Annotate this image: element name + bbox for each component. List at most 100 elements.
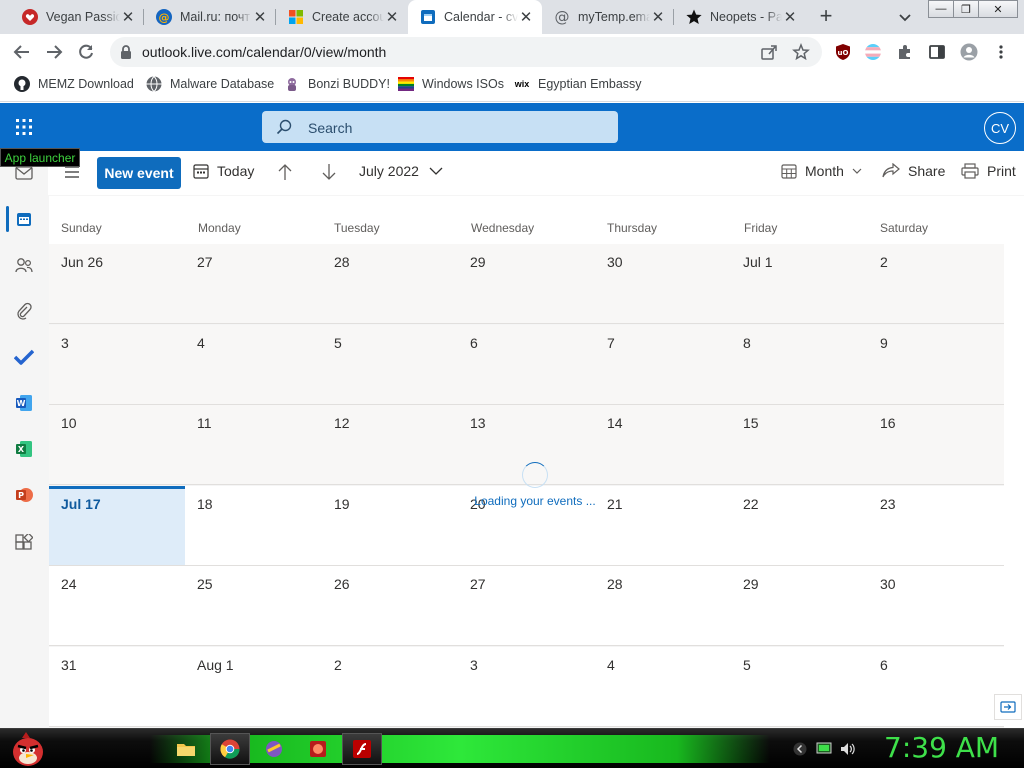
chrome-icon[interactable]	[210, 733, 250, 765]
share-page-icon[interactable]	[760, 43, 778, 66]
day-cell[interactable]: Aug 1	[185, 647, 322, 727]
bookmark-malware-database[interactable]: Malware Database	[146, 76, 274, 92]
more-apps-icon[interactable]	[12, 531, 36, 555]
volume-icon[interactable]	[840, 741, 856, 757]
today-button[interactable]: Today	[193, 163, 254, 179]
browser-menu-icon[interactable]	[996, 43, 1014, 61]
day-cell[interactable]: 21	[595, 485, 732, 566]
day-cell[interactable]: Jun 26	[49, 244, 186, 324]
restore-button[interactable]: ❐	[953, 0, 979, 18]
day-cell[interactable]: 24	[49, 566, 186, 647]
day-cell[interactable]: 2	[322, 647, 459, 727]
file-explorer-icon[interactable]	[166, 733, 206, 765]
share-button[interactable]: Share	[882, 163, 945, 179]
day-cell[interactable]: 19	[322, 485, 459, 566]
tab-mytemp-email[interactable]: @ myTemp.ema ✕	[542, 0, 674, 34]
tab-mail-ru[interactable]: @ Mail.ru: почт ✕	[144, 0, 276, 34]
view-switcher[interactable]: Month	[781, 163, 862, 179]
profile-icon[interactable]	[960, 43, 978, 61]
side-panel-icon[interactable]	[928, 43, 946, 61]
day-cell[interactable]: 5	[322, 324, 459, 405]
day-cell[interactable]: Jul 1	[731, 244, 868, 324]
network-icon[interactable]	[816, 741, 832, 757]
people-icon[interactable]	[12, 253, 36, 277]
start-button[interactable]	[6, 729, 50, 768]
day-cell[interactable]: 2	[868, 244, 1005, 324]
day-cell[interactable]: 27	[458, 566, 595, 647]
new-tab-button[interactable]: +	[814, 5, 838, 29]
day-cell[interactable]: 23	[868, 485, 1005, 566]
bookmark-memz-download[interactable]: MEMZ Download	[14, 76, 134, 92]
day-cell[interactable]: 4	[595, 647, 732, 727]
day-cell[interactable]: 14	[595, 405, 732, 486]
powerpoint-icon[interactable]: P	[12, 483, 36, 507]
today-cell[interactable]: Jul 17	[49, 485, 186, 566]
day-cell[interactable]: 28	[322, 244, 459, 324]
bookmark-windows-isos[interactable]: Windows ISOs	[398, 76, 504, 92]
day-cell[interactable]: 7	[595, 324, 732, 405]
chevron-down-icon[interactable]	[896, 8, 914, 26]
calendar-scrollbar[interactable]	[1004, 244, 1024, 728]
tray-expand-icon[interactable]	[792, 741, 808, 757]
forward-button[interactable]	[42, 40, 66, 64]
new-event-button[interactable]: New event	[97, 157, 181, 189]
day-cell[interactable]: 3	[458, 647, 595, 727]
day-cell[interactable]: 29	[458, 244, 595, 324]
calendar-icon[interactable]	[12, 207, 36, 231]
close-tab-icon[interactable]: ✕	[384, 8, 400, 26]
excel-icon[interactable]: X	[12, 437, 36, 461]
next-month-button[interactable]	[321, 163, 345, 181]
day-cell[interactable]: 29	[731, 566, 868, 647]
app-launcher-button[interactable]	[0, 103, 48, 151]
day-cell[interactable]: 12	[322, 405, 459, 486]
bookmark-bonzi-buddy[interactable]: Bonzi BUDDY!	[284, 76, 390, 92]
day-cell[interactable]: 25	[185, 566, 322, 647]
clock[interactable]: 7:39 AM	[884, 731, 999, 764]
month-picker[interactable]: July 2022	[359, 163, 443, 179]
day-cell[interactable]: 22	[731, 485, 868, 566]
game-app-icon[interactable]	[298, 733, 338, 765]
search-input[interactable]: Search	[262, 111, 618, 143]
avatar[interactable]: CV	[984, 112, 1016, 144]
day-cell[interactable]: 11	[185, 405, 322, 486]
close-tab-icon[interactable]: ✕	[782, 8, 798, 26]
close-tab-icon[interactable]: ✕	[252, 8, 268, 26]
day-cell[interactable]: 31	[49, 647, 186, 727]
day-cell[interactable]: 6	[868, 647, 1005, 727]
day-cell[interactable]: 16	[868, 405, 1005, 486]
day-cell[interactable]: 27	[185, 244, 322, 324]
bookmark-star-icon[interactable]	[792, 42, 810, 66]
todo-check-icon[interactable]	[12, 345, 36, 369]
close-tab-icon[interactable]: ✕	[518, 8, 534, 26]
close-window-button[interactable]: ✕	[978, 0, 1018, 18]
address-bar[interactable]: outlook.live.com/calendar/0/view/month	[110, 37, 822, 67]
ublock-origin-icon[interactable]: uO	[834, 43, 852, 61]
close-tab-icon[interactable]: ✕	[120, 8, 136, 26]
trans-flag-icon[interactable]	[864, 43, 882, 61]
day-cell[interactable]: 10	[49, 405, 186, 486]
day-cell[interactable]: 8	[731, 324, 868, 405]
previous-month-button[interactable]	[277, 163, 301, 181]
tab-neopets[interactable]: Neopets - Pa ✕	[674, 0, 806, 34]
day-cell[interactable]: 28	[595, 566, 732, 647]
minimize-button[interactable]: —	[928, 0, 954, 18]
tab-vegan-passion[interactable]: Vegan Passio ✕	[10, 0, 144, 34]
day-cell[interactable]: 6	[458, 324, 595, 405]
day-cell[interactable]: 9	[868, 324, 1005, 405]
day-cell[interactable]: 30	[595, 244, 732, 324]
day-cell[interactable]: 30	[868, 566, 1005, 647]
paperclip-icon[interactable]	[12, 299, 36, 323]
day-cell[interactable]: 4	[185, 324, 322, 405]
bookmark-egyptian-embassy[interactable]: wix Egyptian Embassy	[514, 76, 642, 92]
tab-create-account[interactable]: Create accou ✕	[276, 0, 408, 34]
close-tab-icon[interactable]: ✕	[650, 8, 666, 26]
app-icon[interactable]	[254, 733, 294, 765]
tab-calendar[interactable]: Calendar - cv ✕	[408, 0, 542, 34]
flash-player-icon[interactable]	[342, 733, 382, 765]
day-cell[interactable]: 3	[49, 324, 186, 405]
day-cell[interactable]: 26	[322, 566, 459, 647]
extensions-puzzle-icon[interactable]	[896, 43, 914, 61]
day-cell[interactable]: 18	[185, 485, 322, 566]
print-button[interactable]: Print	[961, 163, 1016, 179]
day-cell[interactable]: 5	[731, 647, 868, 727]
